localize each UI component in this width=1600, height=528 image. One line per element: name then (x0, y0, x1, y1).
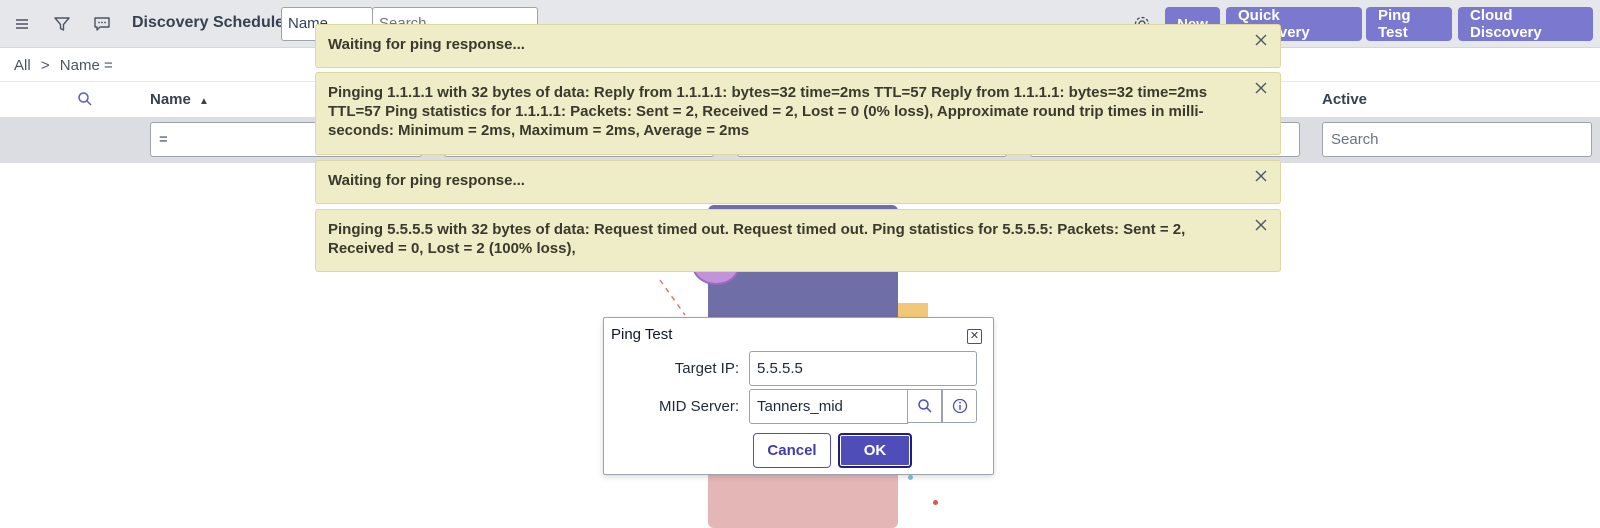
sort-up-icon: ▲ (199, 96, 209, 107)
close-icon[interactable] (1252, 216, 1270, 234)
comment-icon[interactable] (90, 12, 114, 36)
target-ip-label: Target IP: (674, 360, 739, 377)
breadcrumb: All > Name = (14, 57, 119, 74)
close-icon[interactable] (1252, 79, 1270, 97)
active-filter-input[interactable]: Search (1322, 122, 1592, 157)
page-title: Discovery Schedules (132, 14, 293, 31)
ping-test-dialog: Ping Test ✕ Target IP: 5.5.5.5 MID Serve… (603, 317, 994, 475)
close-icon[interactable] (1252, 31, 1270, 49)
notification-message: Waiting for ping response... (315, 24, 1281, 68)
mid-server-label: MID Server: (658, 398, 739, 415)
info-icon[interactable] (942, 389, 977, 423)
notification-text: Waiting for ping response... (328, 172, 525, 189)
ping-test-button[interactable]: Ping Test (1366, 7, 1452, 41)
column-name-label: Name (150, 91, 191, 108)
illustration-dot (933, 500, 938, 505)
notification-text: Pinging 5.5.5.5 with 32 bytes of data: R… (328, 221, 1186, 257)
search-icon[interactable] (907, 389, 942, 423)
close-icon[interactable]: ✕ (967, 329, 982, 344)
cloud-discovery-button[interactable]: Cloud Discovery (1458, 7, 1593, 41)
filter-icon[interactable] (50, 12, 74, 36)
mid-server-input[interactable]: Tanners_mid (749, 389, 908, 424)
notification-message: Waiting for ping response... (315, 160, 1281, 204)
column-active[interactable]: Active (1322, 91, 1367, 108)
breadcrumb-filter[interactable]: Name = (60, 57, 113, 74)
breadcrumb-separator: > (40, 57, 50, 74)
notification-message: Pinging 5.5.5.5 with 32 bytes of data: R… (315, 209, 1281, 272)
notification-text: Pinging 1.1.1.1 with 32 bytes of data: R… (328, 84, 1208, 139)
ok-button[interactable]: OK (838, 433, 912, 468)
close-icon[interactable] (1252, 167, 1270, 185)
column-name[interactable]: Name ▲ (150, 91, 209, 108)
notification-message: Pinging 1.1.1.1 with 32 bytes of data: R… (315, 72, 1281, 155)
breadcrumb-all[interactable]: All (14, 57, 31, 74)
target-ip-input[interactable]: 5.5.5.5 (749, 351, 977, 386)
dialog-title: Ping Test (611, 326, 673, 343)
illustration-dot (908, 475, 913, 480)
search-icon[interactable] (77, 91, 93, 111)
cancel-button[interactable]: Cancel (753, 433, 831, 468)
illustration-dash (659, 279, 686, 316)
notification-text: Waiting for ping response... (328, 36, 525, 53)
menu-icon[interactable] (10, 12, 34, 36)
